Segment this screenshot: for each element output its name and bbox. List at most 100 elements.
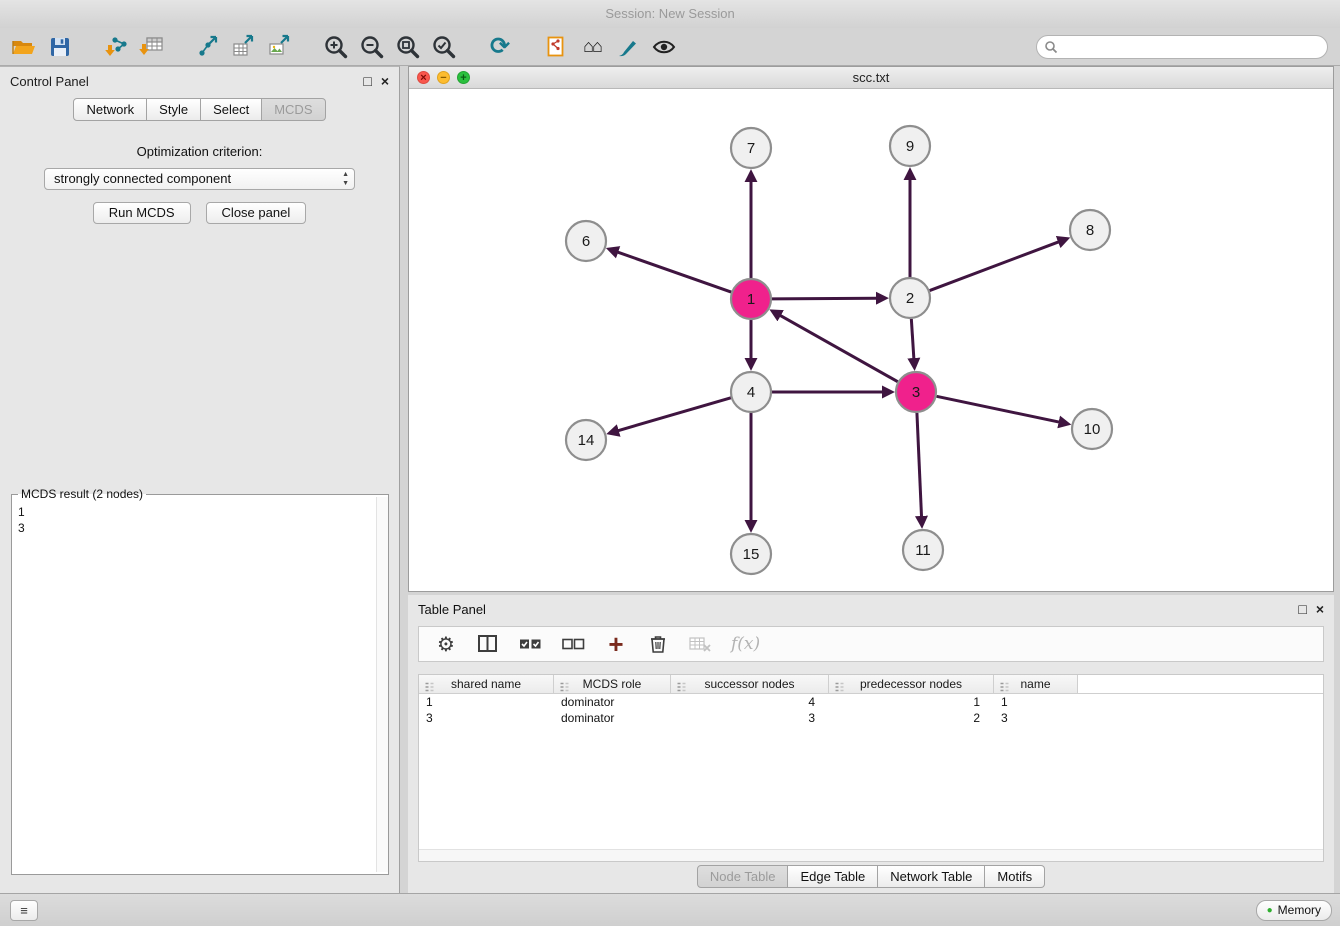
create-column-button[interactable]: + — [605, 630, 627, 658]
column-sort-icon — [676, 679, 687, 697]
fx-icon: f(x) — [731, 634, 760, 654]
zoom-selected-button[interactable] — [426, 30, 462, 64]
node-label-7: 7 — [747, 140, 755, 157]
refresh-icon: ⟳ — [490, 32, 510, 61]
panel-menu-button[interactable]: ≡ — [10, 900, 38, 921]
network-window-title: scc.txt — [853, 70, 890, 85]
edge-3-10[interactable] — [937, 396, 1060, 422]
edge-2-8[interactable] — [930, 242, 1059, 291]
window-zoom-icon[interactable]: + — [457, 71, 470, 84]
search-input[interactable] — [1036, 35, 1328, 59]
eye-icon — [651, 35, 677, 59]
column-header-MCDS-role[interactable]: MCDS role — [554, 675, 671, 693]
network-canvas[interactable]: 1234678910111415 — [409, 89, 1333, 591]
node-label-3: 3 — [912, 384, 920, 401]
select-all-columns-button[interactable] — [519, 630, 542, 658]
network-from-selection-button[interactable] — [538, 30, 574, 64]
table-cell[interactable]: dominator — [554, 710, 671, 726]
tab-network-table[interactable]: Network Table — [878, 865, 985, 888]
refresh-view-button[interactable]: ⟳ — [482, 30, 518, 64]
close-panel-icon[interactable]: × — [381, 73, 389, 89]
first-neighbors-button[interactable]: ⌂⌂ — [574, 30, 610, 64]
network-window-titlebar[interactable]: × − + scc.txt — [409, 67, 1333, 89]
unselect-all-columns-button[interactable] — [562, 630, 585, 658]
edge-1-2[interactable] — [772, 298, 877, 299]
zoom-in-button[interactable] — [318, 30, 354, 64]
column-header-name[interactable]: name — [994, 675, 1078, 693]
table-horizontal-scrollbar[interactable] — [419, 849, 1323, 861]
criterion-dropdown[interactable]: strongly connected component ▲ ▼ — [44, 168, 355, 190]
gear-icon: ⚙ — [437, 632, 455, 657]
memory-label: Memory — [1278, 901, 1321, 920]
table-cell[interactable]: 3 — [419, 710, 554, 726]
tab-edge-table[interactable]: Edge Table — [788, 865, 878, 888]
mcds-result-box: MCDS result (2 nodes) 13 — [11, 487, 389, 875]
table-cell[interactable]: 4 — [671, 694, 829, 710]
column-header-predecessor-nodes[interactable]: predecessor nodes — [829, 675, 994, 693]
apply-style-button[interactable] — [610, 30, 646, 64]
window-minimize-icon[interactable]: − — [437, 71, 450, 84]
close-panel-button[interactable]: Close panel — [206, 202, 307, 224]
tab-network[interactable]: Network — [73, 98, 147, 121]
node-label-6: 6 — [582, 233, 590, 250]
close-table-panel-icon[interactable]: × — [1316, 601, 1324, 617]
export-image-button[interactable] — [262, 30, 298, 64]
import-network-button[interactable] — [98, 30, 134, 64]
edge-3-1[interactable] — [780, 315, 898, 381]
table-cell[interactable]: dominator — [554, 694, 671, 710]
node-table: shared name MCDS rolesuccessor nodesprede… — [418, 674, 1324, 862]
zoom-fit-button[interactable] — [390, 30, 426, 64]
tab-motifs[interactable]: Motifs — [985, 865, 1045, 888]
edge-3-11[interactable] — [917, 413, 922, 517]
table-row[interactable]: 3dominator323 — [419, 710, 1323, 726]
show-columns-button[interactable] — [477, 630, 499, 658]
zoom-out-button[interactable] — [354, 30, 390, 64]
window-close-icon[interactable]: × — [417, 71, 430, 84]
export-table-button[interactable] — [226, 30, 262, 64]
result-scrollbar[interactable] — [376, 497, 388, 872]
table-panel-tabs: Node TableEdge TableNetwork TableMotifs — [408, 865, 1334, 888]
import-table-button[interactable] — [134, 30, 170, 64]
edge-2-3[interactable] — [911, 319, 914, 359]
table-cell[interactable]: 1 — [419, 694, 554, 710]
table-cell[interactable]: 1 — [829, 694, 994, 710]
function-builder-button-disabled: f(x) — [731, 630, 760, 658]
table-cell[interactable]: 3 — [994, 710, 1078, 726]
column-header-successor-nodes[interactable]: successor nodes — [671, 675, 829, 693]
show-hide-button[interactable] — [646, 30, 682, 64]
save-icon — [48, 35, 72, 59]
float-table-panel-icon[interactable]: □ — [1298, 601, 1306, 617]
tab-node-table[interactable]: Node Table — [697, 865, 789, 888]
column-header-shared-name[interactable]: shared name — [419, 675, 554, 693]
float-panel-icon[interactable]: □ — [363, 73, 371, 89]
node-label-15: 15 — [743, 546, 760, 563]
status-bar: ≡ ● Memory — [0, 893, 1340, 926]
edge-1-6[interactable] — [617, 252, 731, 292]
zoom-out-icon — [359, 34, 385, 60]
delete-column-button[interactable] — [647, 630, 669, 658]
column-header-label: name — [1020, 677, 1050, 691]
unselect-all-icon — [562, 636, 585, 652]
tab-style[interactable]: Style — [147, 98, 201, 121]
table-toolbar: ⚙ — [418, 626, 1324, 662]
column-sort-icon — [559, 679, 570, 697]
tab-select[interactable]: Select — [201, 98, 262, 121]
memory-button[interactable]: ● Memory — [1256, 900, 1332, 921]
table-row[interactable]: 1dominator411 — [419, 694, 1323, 710]
table-cell[interactable]: 2 — [829, 710, 994, 726]
column-header-label: shared name — [451, 677, 521, 691]
save-session-button[interactable] — [42, 30, 78, 64]
run-mcds-button[interactable]: Run MCDS — [93, 202, 191, 224]
table-panel-header: Table Panel □ × — [408, 595, 1334, 623]
mcds-result-title: MCDS result (2 nodes) — [18, 487, 146, 501]
export-network-button[interactable] — [190, 30, 226, 64]
export-table-icon — [231, 34, 257, 60]
tab-mcds[interactable]: MCDS — [262, 98, 325, 121]
edge-4-14[interactable] — [618, 398, 731, 431]
table-header-row: shared name MCDS rolesuccessor nodesprede… — [419, 675, 1323, 694]
table-cell[interactable]: 3 — [671, 710, 829, 726]
zoom-fit-icon — [395, 34, 421, 60]
table-settings-button[interactable]: ⚙ — [435, 630, 457, 658]
open-session-button[interactable] — [6, 30, 42, 64]
mcds-result-line: 3 — [18, 520, 382, 536]
